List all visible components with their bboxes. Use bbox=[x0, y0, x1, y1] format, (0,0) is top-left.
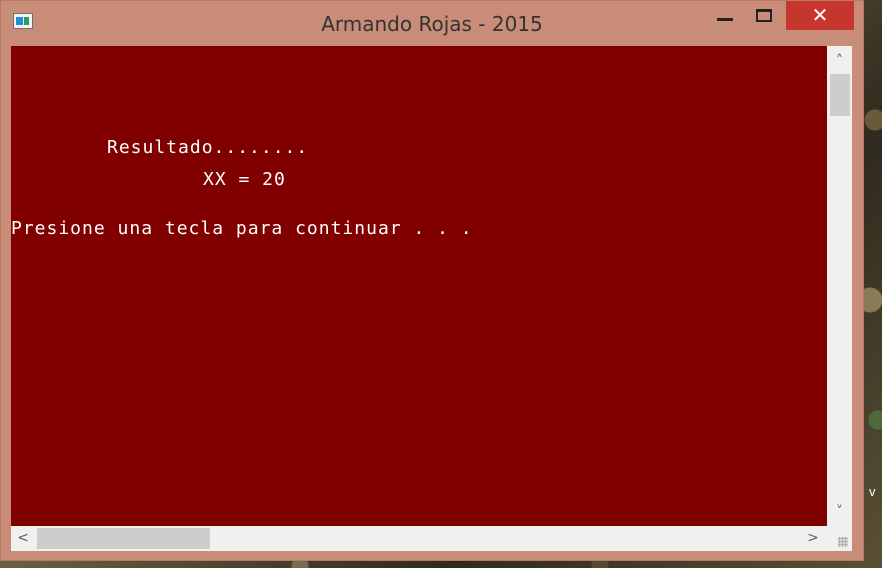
vertical-scroll-thumb[interactable] bbox=[830, 74, 850, 116]
maximize-button[interactable] bbox=[745, 1, 785, 30]
desktop-partial-text: v bbox=[869, 484, 876, 499]
scroll-down-icon[interactable]: ˅ bbox=[827, 499, 852, 525]
resize-grip-icon[interactable] bbox=[838, 537, 848, 547]
scroll-up-icon[interactable]: ˄ bbox=[827, 48, 852, 74]
console-line-press-key: Presione una tecla para continuar . . . bbox=[11, 218, 473, 239]
console-output-area[interactable]: Resultado........ XX = 20 Presione una t… bbox=[11, 46, 827, 526]
scroll-left-icon[interactable]: < bbox=[11, 526, 35, 551]
horizontal-scrollbar[interactable]: < > bbox=[11, 526, 827, 551]
close-icon: ✕ bbox=[811, 3, 829, 27]
console-window: Armando Rojas - 2015 ✕ Resultado........… bbox=[0, 0, 864, 561]
close-button[interactable]: ✕ bbox=[786, 1, 854, 30]
minimize-icon bbox=[717, 18, 733, 21]
scroll-right-icon[interactable]: > bbox=[801, 526, 825, 551]
console-line-result-header: Resultado........ bbox=[107, 137, 309, 158]
horizontal-scroll-thumb[interactable] bbox=[37, 528, 210, 549]
minimize-button[interactable] bbox=[705, 1, 743, 30]
console-app-icon[interactable] bbox=[13, 13, 33, 29]
vertical-scrollbar[interactable]: ˄ ˅ bbox=[827, 46, 852, 526]
scrollbar-corner bbox=[827, 526, 852, 551]
maximize-icon bbox=[756, 9, 772, 22]
console-line-result-value: XX = 20 bbox=[203, 169, 286, 190]
title-bar[interactable]: Armando Rojas - 2015 ✕ bbox=[1, 1, 863, 45]
